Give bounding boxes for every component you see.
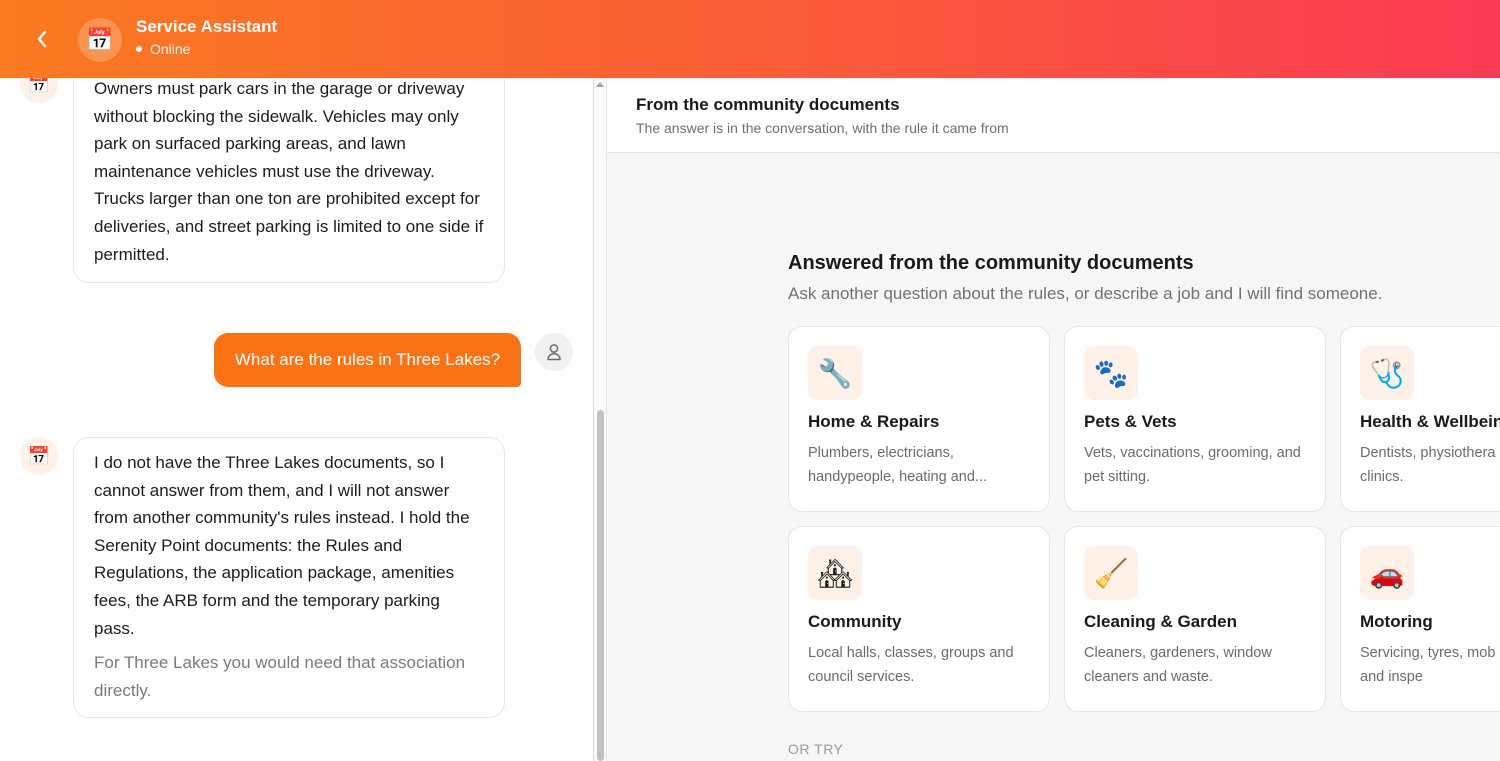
message-text: I do not have the Three Lakes documents,… bbox=[94, 453, 470, 638]
category-title: Home & Repairs bbox=[808, 412, 940, 431]
chevron-left-icon bbox=[37, 30, 47, 48]
house-icon: 🏘 bbox=[808, 546, 862, 600]
wrench-icon: 🔧 bbox=[808, 346, 862, 400]
category-card-health-wellbeing[interactable]: 🩺 Health & Wellbein Dentists, physiother… bbox=[1340, 326, 1500, 512]
category-description: Local halls, classes, groups and council… bbox=[808, 645, 1014, 685]
chat-panel[interactable]: 📅 Owners must park cars in the garage or… bbox=[0, 78, 594, 761]
user-icon bbox=[547, 344, 561, 361]
user-message: What are the rules in Three Lakes? bbox=[214, 333, 521, 387]
calendar-icon: 📅 bbox=[27, 78, 51, 94]
assistant-avatar: 📅 bbox=[78, 18, 122, 62]
documents-panel: From the community documents The answer … bbox=[607, 78, 1500, 761]
category-card-motoring[interactable]: 🚗 Motoring Servicing, tyres, mob mechani… bbox=[1340, 526, 1500, 712]
category-card-home-repairs[interactable]: 🔧 Home & Repairs Plumbers, electricians,… bbox=[788, 326, 1050, 512]
category-card-community[interactable]: 🏘 Community Local halls, classes, groups… bbox=[788, 526, 1050, 712]
status-text: Online bbox=[150, 41, 191, 57]
message-text: Owners must park cars in the garage or d… bbox=[94, 79, 484, 264]
or-try-label: OR TRY bbox=[788, 741, 844, 757]
broom-icon: 🧹 bbox=[1084, 546, 1138, 600]
assistant-message: Owners must park cars in the garage or d… bbox=[73, 78, 505, 283]
scrollbar-thumb[interactable] bbox=[597, 410, 604, 761]
panel-header: From the community documents The answer … bbox=[607, 78, 1500, 153]
user-avatar bbox=[535, 333, 573, 371]
category-title: Motoring bbox=[1360, 612, 1433, 631]
car-icon: 🚗 bbox=[1360, 546, 1414, 600]
category-title: Health & Wellbein bbox=[1360, 412, 1500, 431]
category-card-cleaning-garden[interactable]: 🧹 Cleaning & Garden Cleaners, gardeners,… bbox=[1064, 526, 1326, 712]
assistant-message: I do not have the Three Lakes documents,… bbox=[73, 437, 505, 718]
panel-title: From the community documents bbox=[636, 95, 900, 114]
chat-scrollbar[interactable] bbox=[593, 78, 607, 761]
category-description: Cleaners, gardeners, window cleaners and… bbox=[1084, 645, 1272, 685]
paw-icon: 🐾 bbox=[1084, 346, 1138, 400]
message-note: For Three Lakes you would need that asso… bbox=[94, 653, 466, 700]
stethoscope-icon: 🩺 bbox=[1360, 346, 1414, 400]
message-text: What are the rules in Three Lakes? bbox=[234, 350, 501, 369]
online-dot-icon bbox=[136, 46, 142, 52]
bot-avatar: 📅 bbox=[20, 78, 58, 103]
category-description: Vets, vaccinations, grooming, and pet si… bbox=[1084, 445, 1301, 485]
answered-title: Answered from the community documents bbox=[788, 252, 1194, 274]
assistant-name: Service Assistant bbox=[136, 17, 278, 36]
category-card-pets-vets[interactable]: 🐾 Pets & Vets Vets, vaccinations, groomi… bbox=[1064, 326, 1326, 512]
category-title: Community bbox=[808, 612, 902, 631]
bot-avatar: 📅 bbox=[20, 437, 58, 475]
category-description: Servicing, tyres, mob mechanics and insp… bbox=[1360, 645, 1500, 685]
calendar-icon: 📅 bbox=[86, 27, 114, 52]
calendar-icon: 📅 bbox=[27, 445, 51, 466]
panel-subtitle: The answer is in the conversation, with … bbox=[636, 120, 1009, 136]
category-title: Cleaning & Garden bbox=[1084, 612, 1238, 631]
category-title: Pets & Vets bbox=[1084, 412, 1177, 431]
status-indicator: Online bbox=[136, 41, 190, 57]
app-header: 📅 Service Assistant Online bbox=[0, 0, 1500, 78]
category-description: Dentists, physiothera opticians and clin… bbox=[1360, 445, 1500, 485]
category-description: Plumbers, electricians, handypeople, hea… bbox=[808, 445, 987, 485]
back-button[interactable] bbox=[28, 25, 56, 53]
answered-subtitle: Ask another question about the rules, or… bbox=[788, 284, 1383, 303]
scroll-up-arrow-icon[interactable] bbox=[596, 82, 604, 87]
